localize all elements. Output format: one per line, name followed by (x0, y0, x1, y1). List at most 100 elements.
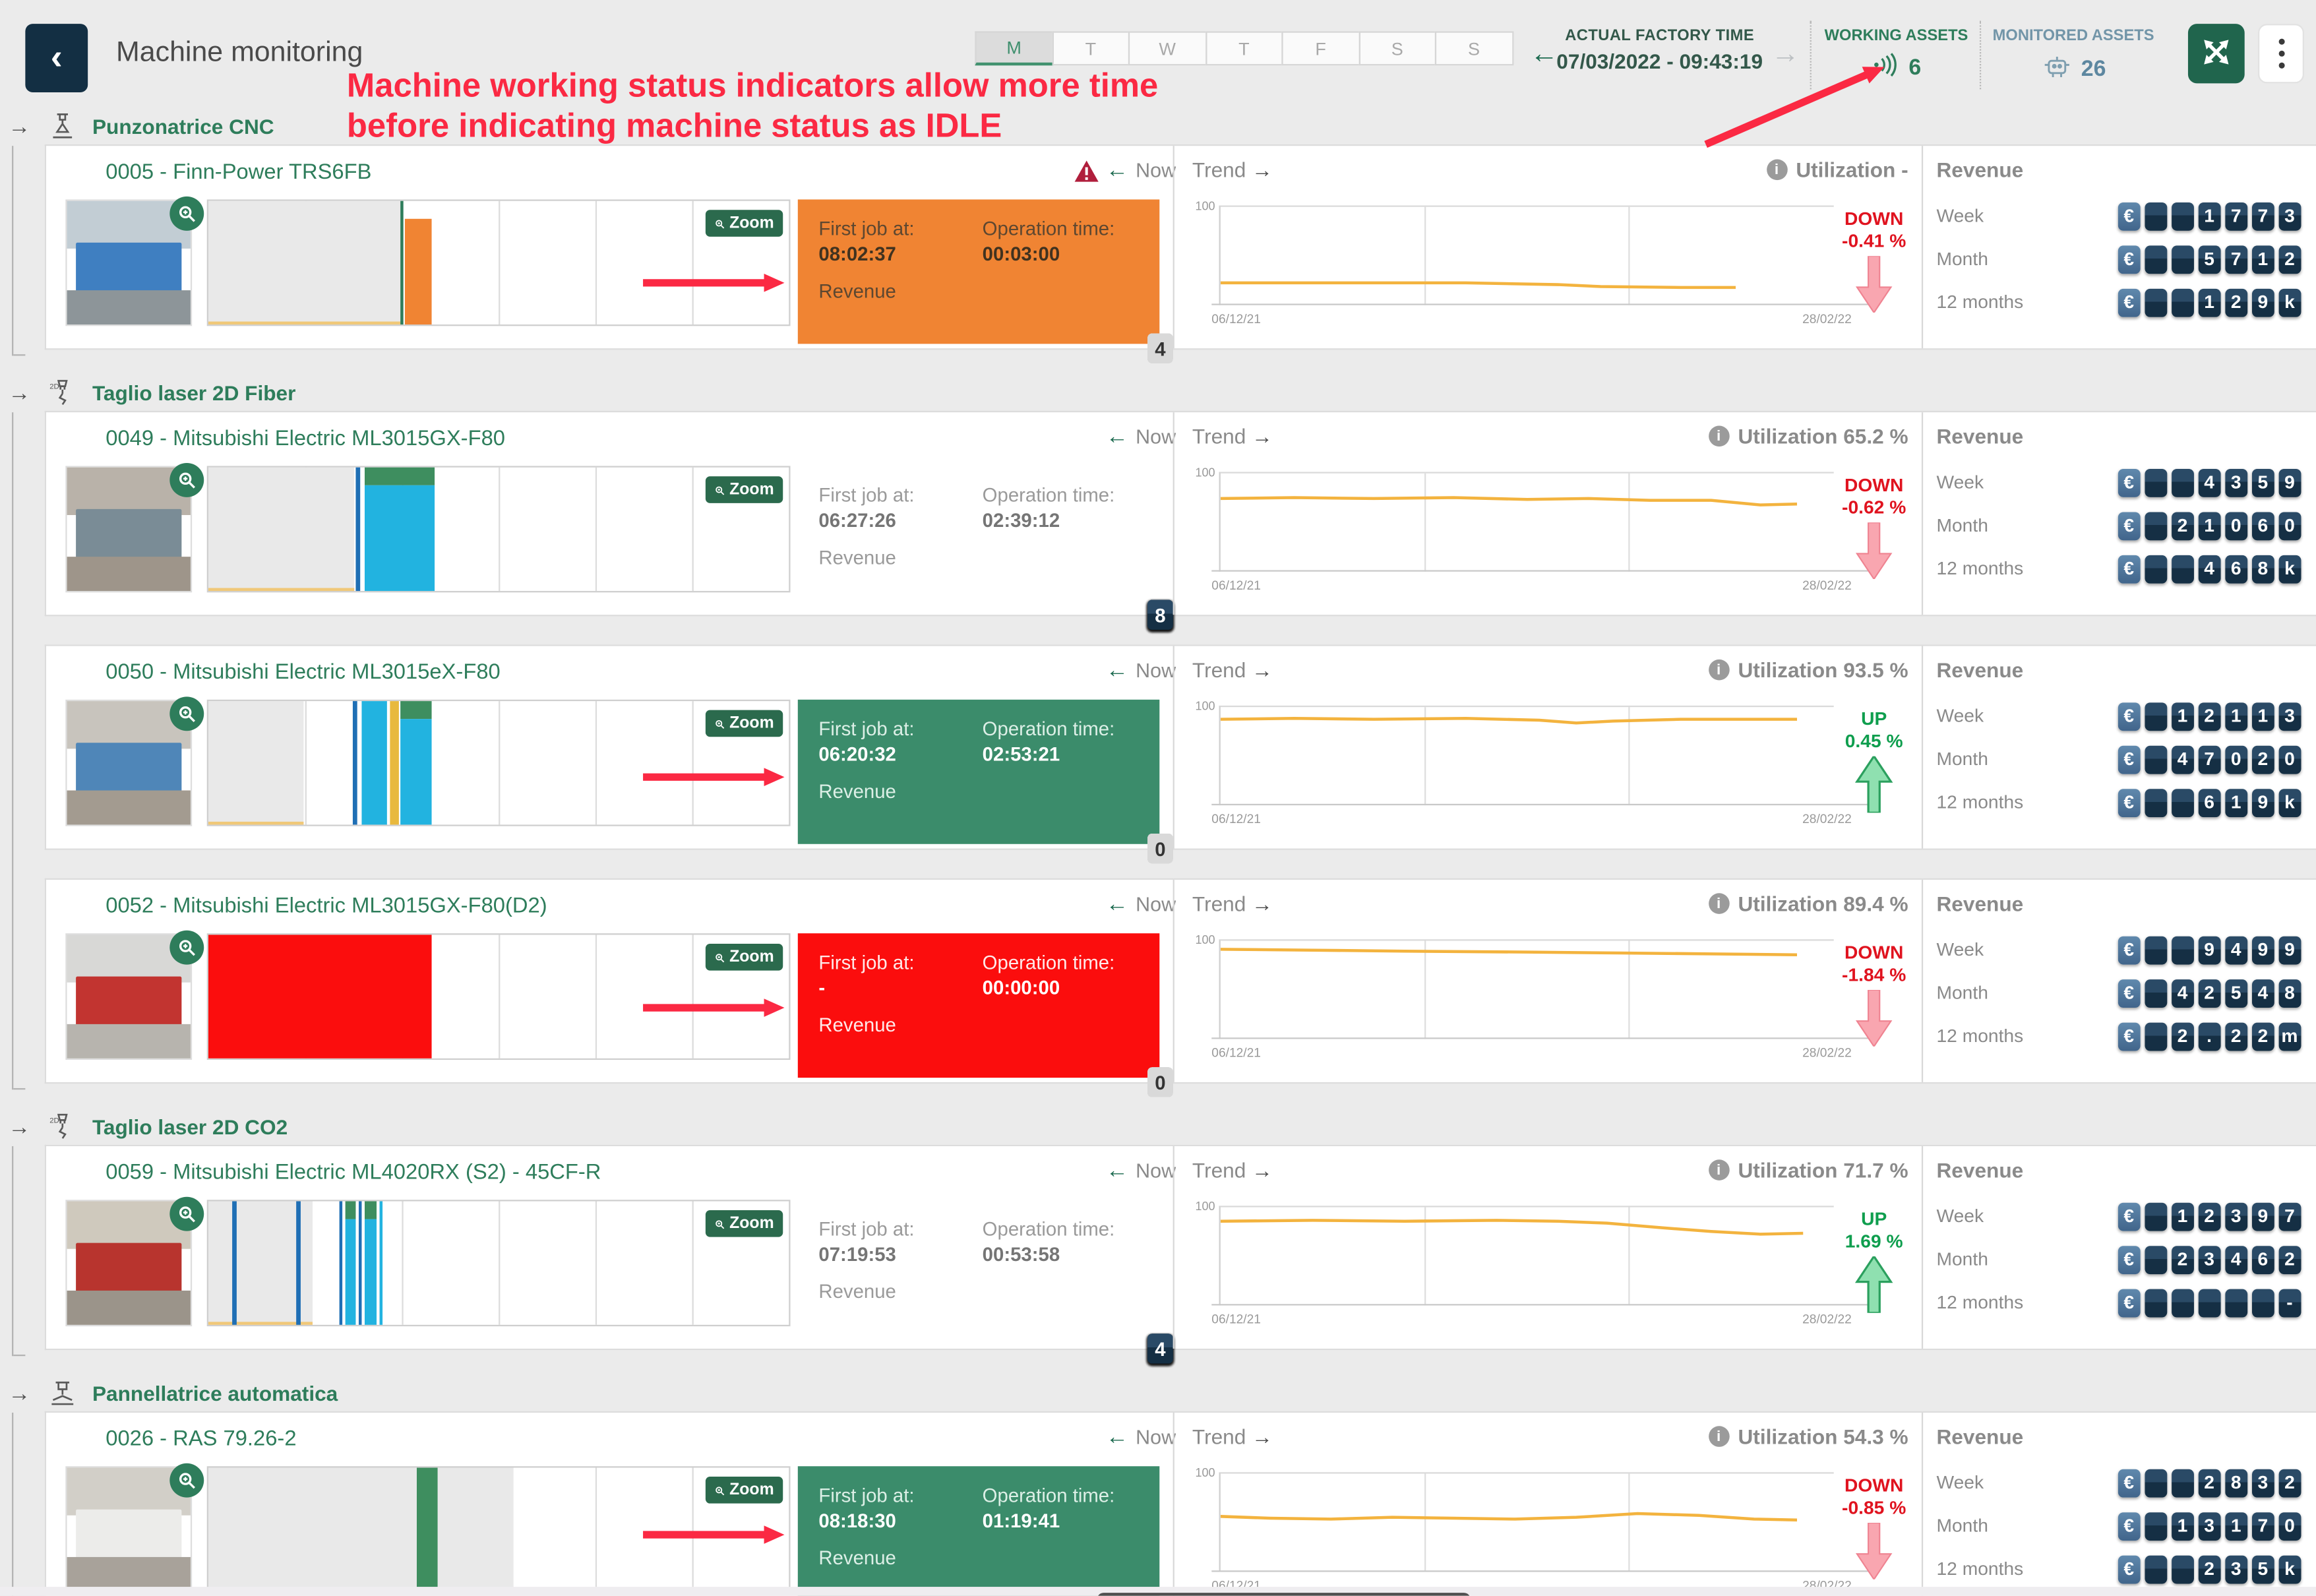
machine-photo[interactable] (65, 1200, 192, 1326)
machine-name[interactable]: 0005 - Finn-Power TRS6FB (106, 161, 371, 185)
day-tab-6[interactable]: S (1435, 31, 1513, 65)
panel-bender-icon (47, 1377, 80, 1410)
section-expand-arrow-icon[interactable]: → (3, 114, 36, 139)
day-tab-0[interactable]: M (975, 31, 1052, 65)
utilization-header: i Utilization - (1766, 158, 1908, 181)
first-job-label: First job at: (818, 718, 914, 740)
day-tab-3[interactable]: T (1205, 31, 1283, 65)
photo-zoom-icon[interactable] (169, 463, 204, 497)
now-label: Now (1136, 1159, 1176, 1182)
utilization-header: i Utilization 65.2 % (1708, 424, 1908, 448)
digit-cell: 2 (2251, 1022, 2274, 1050)
day-tab-5[interactable]: S (1358, 31, 1436, 65)
machine-name[interactable]: 0026 - RAS 79.26-2 (106, 1428, 296, 1452)
digit-cell: 3 (2251, 1469, 2274, 1497)
back-button[interactable]: ‹ (25, 24, 88, 92)
digit-cell: 2 (2278, 1469, 2301, 1497)
digit-cell: 2 (2224, 1022, 2247, 1050)
timeline-zoom-button[interactable]: Zoom (706, 1210, 783, 1237)
digit-cell (2144, 555, 2167, 583)
timeline-zoom-button[interactable]: Zoom (706, 210, 783, 237)
x-axis-start-label: 06/12/21 (1211, 811, 1261, 826)
machine-photo[interactable] (65, 466, 192, 592)
card-revenue-label: Revenue (818, 1547, 896, 1569)
machine-name[interactable]: 0050 - Mitsubishi Electric ML3015eX-F80 (106, 661, 500, 685)
machine-photo[interactable] (65, 199, 192, 326)
revenue-row-month: Month€47020 (1936, 743, 2301, 776)
photo-zoom-icon[interactable] (169, 197, 204, 231)
digit-cell: 7 (2278, 1202, 2301, 1231)
timeline-zoom-button[interactable]: Zoom (706, 710, 783, 737)
photo-zoom-icon[interactable] (169, 696, 204, 731)
photo-zoom-icon[interactable] (169, 1463, 204, 1498)
trend-delta-badge: UP 0.45 % (1826, 708, 1921, 820)
photo-zoom-icon[interactable] (169, 1197, 204, 1231)
flip-counter: €47020 (2118, 745, 2301, 774)
day-tab-2[interactable]: W (1128, 31, 1206, 65)
info-icon[interactable]: i (1766, 160, 1787, 181)
digit-cell: 0 (2278, 1512, 2301, 1540)
digit-cell (2144, 1289, 2167, 1317)
machine-name[interactable]: 0052 - Mitsubishi Electric ML3015GX-F80(… (106, 895, 547, 919)
trend-header: Trend → (1192, 658, 1273, 682)
status-card: First job at: 06:20:32 Operation time: 0… (798, 700, 1159, 844)
revenue-month-label: Month (1936, 1516, 1988, 1537)
digit-cell: - (2278, 1289, 2301, 1317)
info-icon[interactable]: i (1708, 660, 1729, 681)
section-taglio-laser-2d-co2: → 2D Taglio laser 2D CO2 0059 - Mitsubis… (0, 1113, 2316, 1350)
operation-time-label: Operation time: (983, 484, 1115, 506)
trend-arrow-icon: → (1252, 658, 1273, 682)
digit-cell (2144, 245, 2167, 273)
machine-row: 0005 - Finn-Power TRS6FB ←Now Zoom First… (45, 144, 2316, 350)
machine-name[interactable]: 0049 - Mitsubishi Electric ML3015GX-F80 (106, 427, 505, 451)
revenue-12-months-label: 12 months (1936, 792, 2023, 813)
euro-cell: € (2118, 202, 2141, 230)
digit-cell (2144, 936, 2167, 964)
machine-row: 0026 - RAS 79.26-2 ←Now Zoom First job a… (45, 1411, 2316, 1596)
digit-cell (2198, 1289, 2221, 1317)
section-punzonatrice-cnc: → Punzonatrice CNC 0005 - Finn-Power TRS… (0, 113, 2316, 350)
timeline-zoom-button[interactable]: Zoom (706, 476, 783, 503)
info-icon[interactable]: i (1708, 1426, 1729, 1447)
section-expand-arrow-icon[interactable]: → (3, 1380, 36, 1405)
machine-photo[interactable] (65, 933, 192, 1060)
photo-zoom-icon[interactable] (169, 931, 204, 965)
info-icon[interactable]: i (1708, 893, 1729, 914)
digit-cell (2144, 1245, 2167, 1274)
delta-arrow-icon (1854, 560, 1893, 585)
machine-photo[interactable] (65, 1466, 192, 1593)
section-title: Taglio laser 2D CO2 (92, 1115, 288, 1139)
kebab-menu-button[interactable] (2258, 24, 2304, 83)
info-icon[interactable]: i (1708, 1159, 1729, 1181)
utilization-header: i Utilization 71.7 % (1708, 1158, 1908, 1182)
y-axis-label: 100 (1195, 199, 1215, 212)
now-arrow-icon: ← (1106, 1161, 1128, 1181)
section-expand-arrow-icon[interactable]: → (3, 381, 36, 406)
card-revenue-label: Revenue (818, 1014, 896, 1036)
timeline-zoom-button[interactable]: Zoom (706, 944, 783, 971)
time-right-arrow-icon[interactable]: → (1771, 39, 1800, 72)
section-expand-arrow-icon[interactable]: → (3, 1114, 36, 1139)
divider (1173, 880, 1174, 1082)
utilization-value: Utilization 71.7 % (1738, 1158, 1908, 1182)
info-icon[interactable]: i (1708, 426, 1729, 447)
annotation-line-1: Machine working status indicators allow … (347, 65, 1158, 106)
laser-cutter-icon: 2D (47, 377, 80, 410)
revenue-header: Revenue (1936, 1158, 2023, 1182)
digit-cell (2144, 745, 2167, 774)
machine-photo[interactable] (65, 700, 192, 826)
machine-name[interactable]: 0059 - Mitsubishi Electric ML4020RX (S2)… (106, 1161, 601, 1185)
digit-cell: 0 (2224, 745, 2247, 774)
day-tab-4[interactable]: F (1281, 31, 1359, 65)
timeline-zoom-button[interactable]: Zoom (706, 1477, 783, 1504)
digit-cell: 7 (2198, 745, 2221, 774)
horizontal-scrollbar[interactable] (1097, 1593, 1471, 1596)
day-tab-1[interactable]: T (1052, 31, 1130, 65)
utilization-value: Utilization 89.4 % (1738, 892, 1908, 915)
fullscreen-button[interactable] (2188, 24, 2245, 83)
digit-cell: 1 (2171, 1202, 2194, 1231)
y-axis-label: 100 (1195, 700, 1215, 713)
revenue-12-months-label: 12 months (1936, 292, 2023, 313)
euro-cell: € (2118, 979, 2141, 1007)
now-indicator: ←Now (1106, 1159, 1169, 1182)
